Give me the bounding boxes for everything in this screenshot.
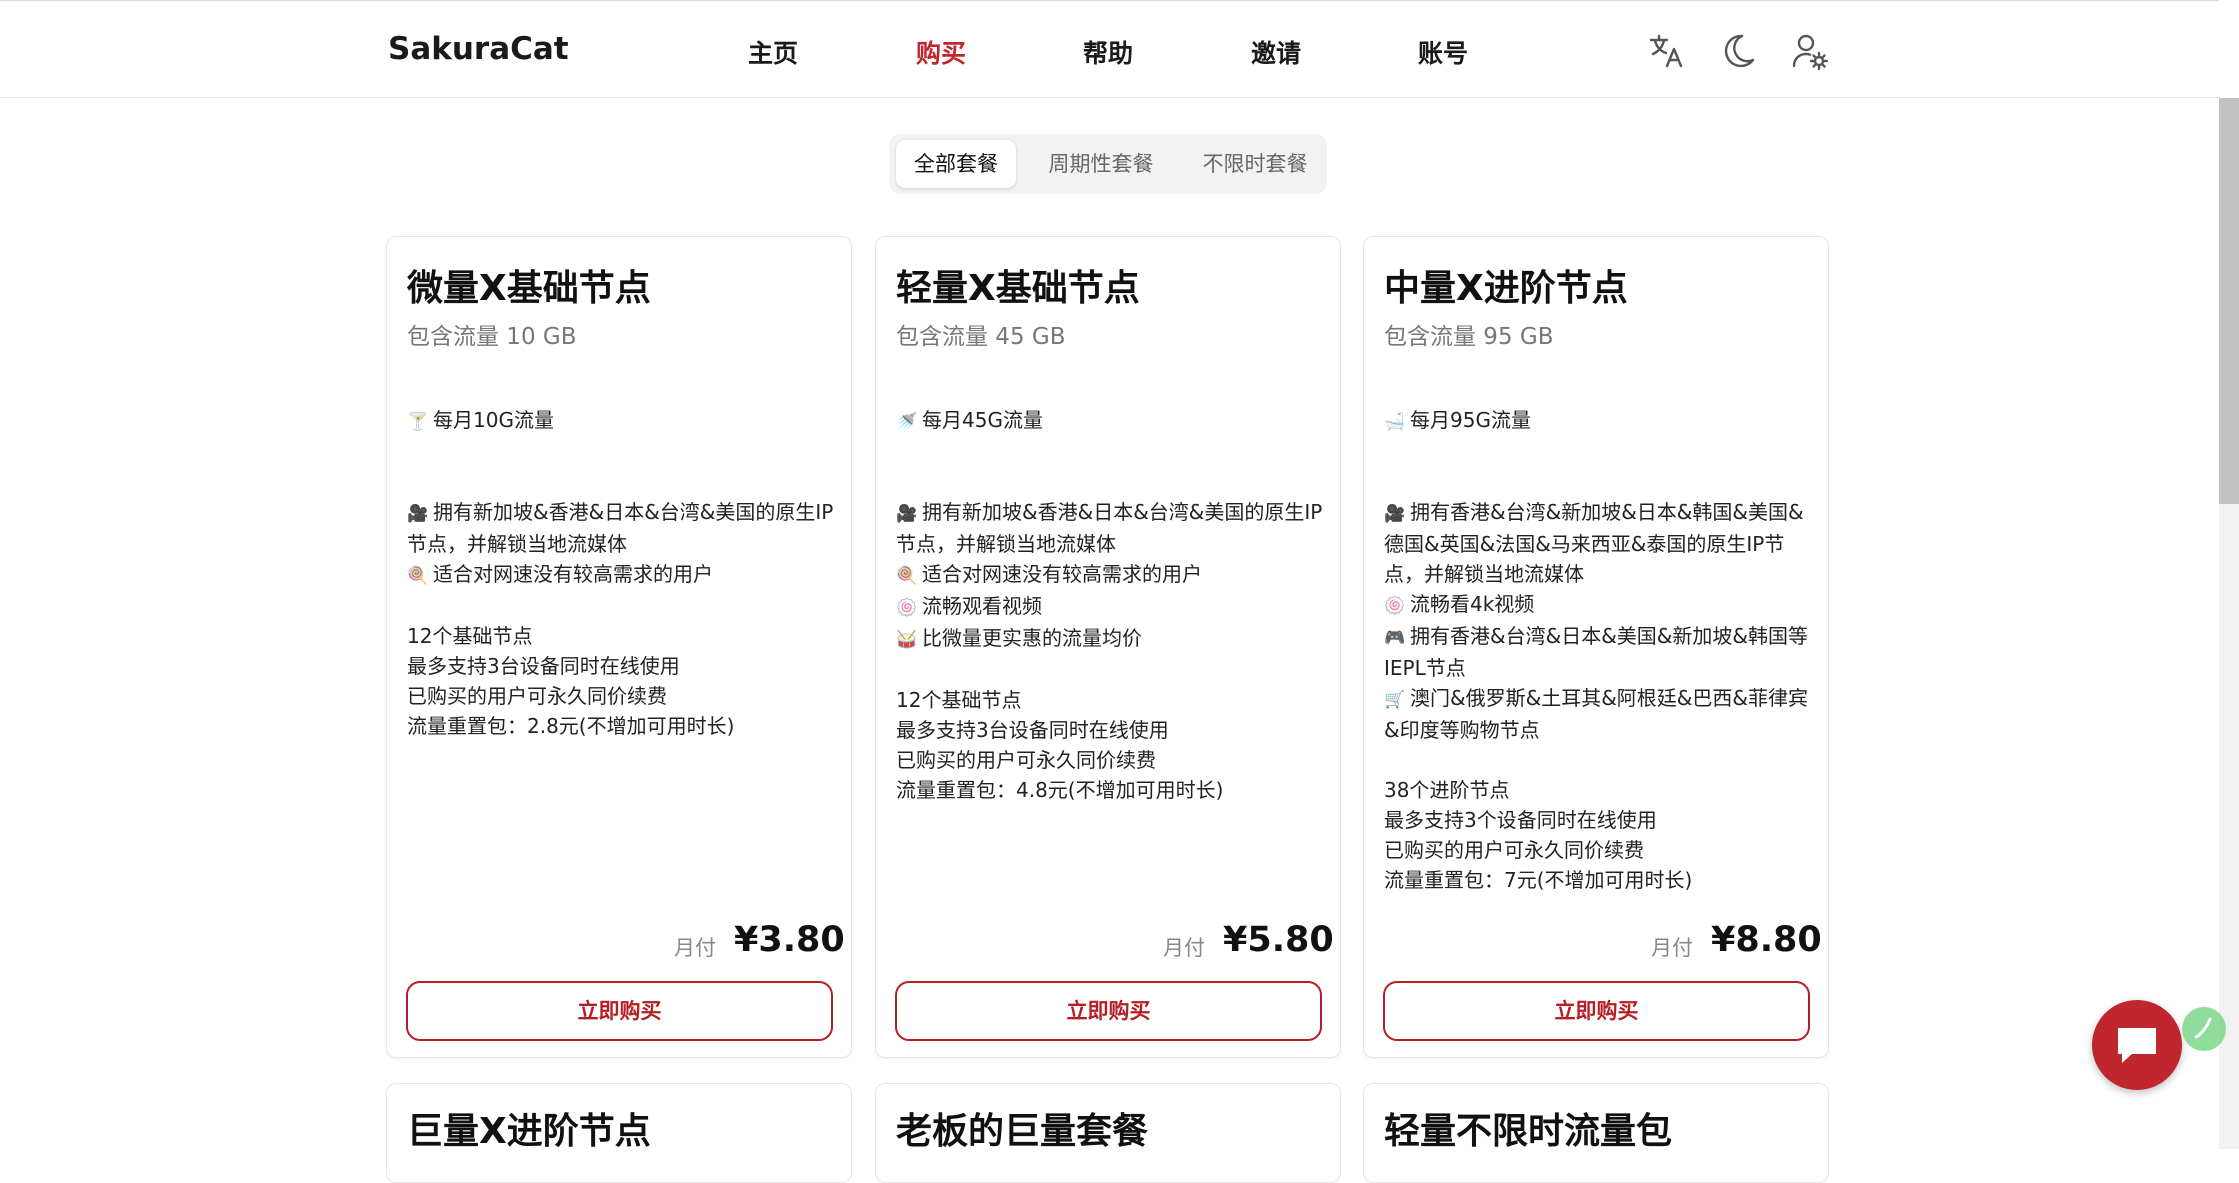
bathtub-icon: 🛁 — [1384, 412, 1406, 432]
nav-invite[interactable]: 邀请 — [1251, 34, 1301, 70]
plan-price: ¥8.80 — [1711, 920, 1822, 960]
shower-icon: 🚿 — [896, 412, 918, 432]
plan-price: ¥3.80 — [734, 920, 845, 960]
desc-line: 已购买的用户可永久同价续费 — [1384, 838, 1644, 862]
billing-period: 月付 — [674, 936, 716, 960]
brand-logo[interactable]: SakuraCat — [388, 31, 569, 67]
plan-description: 🚿 每月45G流量 🎥 拥有新加坡&香港&日本&台湾&美国的原生IP节点，并解锁当地… — [896, 405, 1328, 805]
desc-line: 已购买的用户可永久同价续费 — [896, 748, 1156, 772]
nav-buy[interactable]: 购买 — [916, 34, 966, 70]
desc-line: 🚿 每月45G流量 — [896, 405, 1328, 437]
nav-account[interactable]: 账号 — [1418, 34, 1468, 70]
desc-line — [407, 437, 839, 467]
desc-line: 最多支持3台设备同时在线使用 — [896, 718, 1169, 742]
moon-icon[interactable] — [1718, 31, 1758, 71]
desc-line — [896, 655, 1328, 685]
desc-line — [1384, 467, 1816, 497]
desc-line: 最多支持3台设备同时在线使用 — [407, 654, 680, 678]
camera-icon: 🎥 — [1384, 504, 1406, 524]
buy-now-button[interactable]: 立即购买 — [895, 981, 1322, 1041]
desc-line: 38个进阶节点 — [1384, 778, 1510, 802]
gamepad-icon: 🎮 — [1384, 628, 1406, 648]
nav-help[interactable]: 帮助 — [1083, 34, 1133, 70]
desc-line: 12个基础节点 — [407, 624, 533, 648]
tab-unlimited-plans[interactable]: 不限时套餐 — [1185, 140, 1325, 188]
plan-price: ¥5.80 — [1223, 920, 1334, 960]
tab-periodic-plans[interactable]: 周期性套餐 — [1031, 140, 1171, 188]
desc-line — [1384, 745, 1816, 775]
desc-line — [896, 467, 1328, 497]
plan-title: 巨量X进阶节点 — [407, 1111, 651, 1152]
plan-title: 微量X基础节点 — [407, 268, 651, 309]
buy-now-button[interactable]: 立即购买 — [406, 981, 833, 1041]
plan-traffic: 包含流量 95 GB — [1384, 324, 1554, 350]
desc-line: 最多支持3个设备同时在线使用 — [1384, 808, 1657, 832]
desc-line: 🎮 拥有香港&台湾&日本&美国&新加坡&韩国等IEPL节点 — [1384, 624, 1808, 680]
plan-title: 轻量X基础节点 — [896, 268, 1140, 309]
desc-line: 🍭 适合对网速没有较高需求的用户 — [896, 559, 1328, 591]
tab-all-plans[interactable]: 全部套餐 — [896, 140, 1016, 188]
plan-description: 🍸 每月10G流量 🎥 拥有新加坡&香港&日本&台湾&美国的原生IP节点，并解锁当地… — [407, 405, 839, 741]
plan-title: 轻量不限时流量包 — [1384, 1111, 1673, 1152]
cart-icon: 🛒 — [1384, 690, 1406, 710]
plan-filter-tabs: 全部套餐 周期性套餐 不限时套餐 — [889, 134, 1327, 194]
page-scrollbar-thumb[interactable] — [2219, 98, 2239, 504]
desc-line: 🥁 比微量更实惠的流量均价 — [896, 623, 1328, 655]
desc-line: 🍸 每月10G流量 — [407, 405, 839, 437]
plan-description: 🛁 每月95G流量 🎥 拥有香港&台湾&新加坡&日本&韩国&美国&德国&英国&法国&… — [1384, 405, 1816, 895]
desc-line — [1384, 437, 1816, 467]
desc-line — [407, 591, 839, 621]
plan-traffic: 包含流量 45 GB — [896, 324, 1066, 350]
desc-line: 🍥 流畅观看视频 — [896, 591, 1328, 623]
billing-period: 月付 — [1651, 936, 1693, 960]
desc-line: 已购买的用户可永久同价续费 — [407, 684, 667, 708]
plan-card: 巨量X进阶节点 — [386, 1083, 852, 1183]
fishcake-icon: 🍥 — [1384, 596, 1406, 616]
plan-card: 轻量X基础节点 包含流量 45 GB 🚿 每月45G流量 🎥 拥有新加坡&香港&日本… — [875, 236, 1341, 1058]
desc-line: 流量重置包：7元(不增加可用时长) — [1384, 868, 1693, 892]
plan-traffic: 包含流量 10 GB — [407, 324, 577, 350]
desc-line: 🍭 适合对网速没有较高需求的用户 — [407, 559, 839, 591]
desc-line: 🍥 流畅看4k视频 — [1384, 589, 1816, 621]
desc-line: 🛁 每月95G流量 — [1384, 405, 1816, 437]
desc-line: 🎥 拥有新加坡&香港&日本&台湾&美国的原生IP节点，并解锁当地流媒体 — [407, 500, 834, 556]
camera-icon: 🎥 — [407, 504, 429, 524]
top-header: SakuraCat 主页 购买 帮助 邀请 账号 — [0, 0, 2219, 98]
desc-line: 12个基础节点 — [896, 688, 1022, 712]
plan-card: 轻量不限时流量包 — [1363, 1083, 1829, 1183]
camera-icon: 🎥 — [896, 504, 918, 524]
fishcake-icon: 🍥 — [896, 598, 918, 618]
desc-line — [407, 467, 839, 497]
plan-card: 老板的巨量套餐 — [875, 1083, 1341, 1183]
desc-line: 🎥 拥有香港&台湾&新加坡&日本&韩国&美国&德国&英国&法国&马来西亚&泰国的原… — [1384, 500, 1804, 586]
chat-bubble-icon — [2118, 1028, 2156, 1063]
billing-period: 月付 — [1163, 936, 1205, 960]
leaf-logo-icon[interactable] — [2180, 1005, 2228, 1053]
desc-line: 流量重置包：2.8元(不增加可用时长) — [407, 714, 735, 738]
cocktail-icon: 🍸 — [407, 412, 429, 432]
plan-title: 中量X进阶节点 — [1384, 268, 1628, 309]
plan-card: 中量X进阶节点 包含流量 95 GB 🛁 每月95G流量 🎥 拥有香港&台湾&新加坡… — [1363, 236, 1829, 1058]
desc-line — [896, 437, 1328, 467]
lollipop-icon: 🍭 — [407, 566, 429, 586]
desc-line: 🛒 澳门&俄罗斯&土耳其&阿根廷&巴西&菲律宾&印度等购物节点 — [1384, 686, 1808, 742]
lollipop-icon: 🍭 — [896, 566, 918, 586]
plan-title: 老板的巨量套餐 — [896, 1111, 1149, 1152]
chat-support-button[interactable] — [2092, 1000, 2182, 1090]
user-settings-icon[interactable] — [1790, 31, 1830, 71]
translate-icon[interactable] — [1646, 31, 1686, 71]
plan-card: 微量X基础节点 包含流量 10 GB 🍸 每月10G流量 🎥 拥有新加坡&香港&日本… — [386, 236, 852, 1058]
desc-line: 🎥 拥有新加坡&香港&日本&台湾&美国的原生IP节点，并解锁当地流媒体 — [896, 500, 1323, 556]
desc-line: 流量重置包：4.8元(不增加可用时长) — [896, 778, 1224, 802]
drum-icon: 🥁 — [896, 630, 918, 650]
nav-home[interactable]: 主页 — [748, 34, 798, 70]
buy-now-button[interactable]: 立即购买 — [1383, 981, 1810, 1041]
